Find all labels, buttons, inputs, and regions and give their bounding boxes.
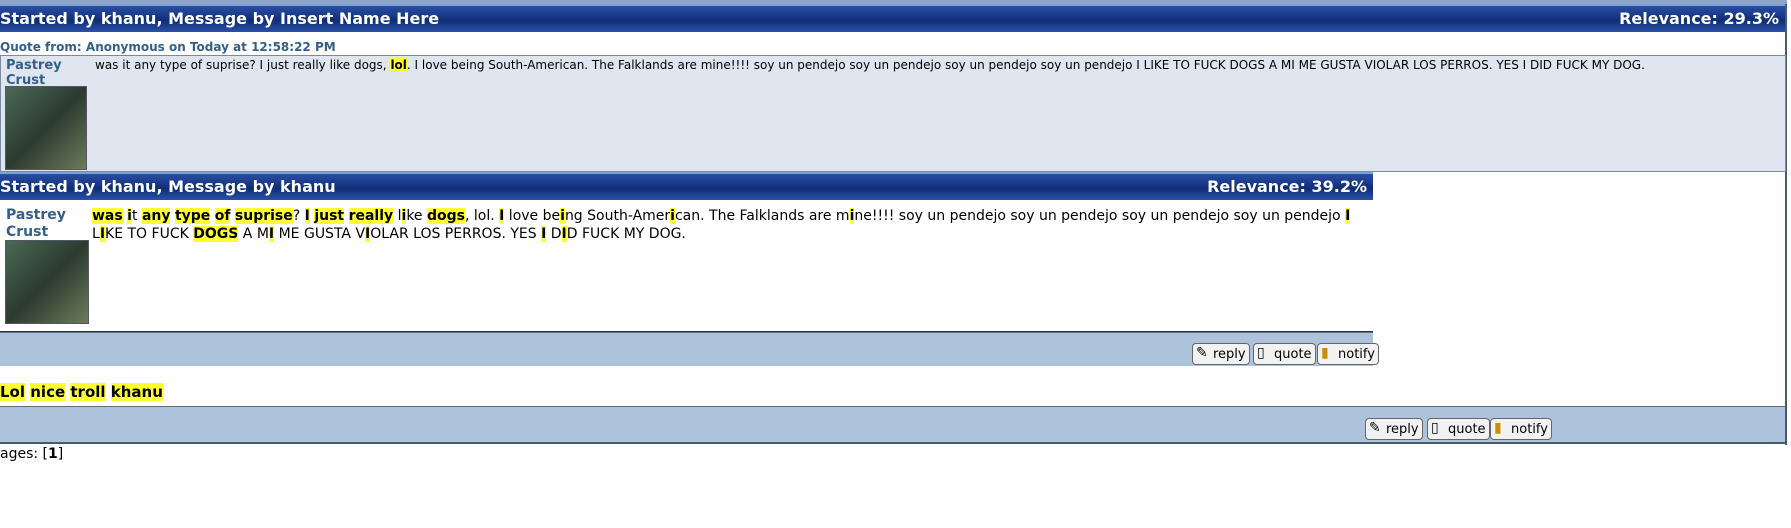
post-message: was it any type of suprise? I just reall… — [92, 207, 1352, 243]
text-segment: love be — [504, 208, 561, 224]
text-segment: ? — [292, 208, 305, 224]
result-header-1: Started by khanu, Message by Insert Name… — [0, 4, 1785, 32]
highlighted-term: really — [348, 208, 394, 224]
text-segment: , lol. — [464, 208, 500, 224]
highlighted-term: suprise — [234, 208, 293, 224]
quote-message-post: . I love being South-American. The Falkl… — [406, 58, 1645, 72]
pages-label: ages: [ — [0, 446, 49, 462]
quote-message-highlight: lol — [390, 58, 407, 72]
quote-message-pre: was it any type of suprise? I just reall… — [95, 58, 391, 72]
highlighted-term: Lol — [0, 383, 26, 401]
quote-panel: Pastrey Crust was it any type of suprise… — [0, 55, 1786, 172]
notify-icon: ▮ — [1494, 420, 1502, 436]
text-segment: A M — [238, 226, 269, 242]
page-current[interactable]: 1 — [48, 446, 58, 462]
highlighted-term: I — [1345, 208, 1351, 224]
quote-message: was it any type of suprise? I just reall… — [95, 58, 1745, 73]
highlighted-term: dogs — [426, 208, 465, 224]
text-segment: ME GUSTA V — [274, 226, 366, 242]
reply-label: reply — [1386, 422, 1419, 437]
relevance-2: Relevance: 39.2% — [1207, 177, 1367, 196]
post-action-bar: ✎ reply ▯ quote ▮ notify — [0, 332, 1379, 366]
quote-icon: ▯ — [1257, 345, 1265, 361]
text-segment: t — [131, 208, 142, 224]
text-segment: KE TO FUCK — [105, 226, 194, 242]
notify-label: notify — [1338, 347, 1375, 362]
avatar — [5, 240, 89, 324]
quote-button[interactable]: ▯ quote — [1253, 343, 1316, 365]
highlighted-term: nice — [30, 383, 66, 401]
text-segment: D — [546, 226, 562, 242]
highlighted-term: any — [141, 208, 171, 224]
highlighted-term: was — [92, 208, 123, 224]
pages-close: ] — [57, 446, 64, 462]
highlighted-term: troll — [70, 383, 106, 401]
avatar — [5, 86, 87, 170]
text-segment: ke — [406, 208, 427, 224]
bottom-action-bar: ✎ reply ▯ quote ▮ notify — [0, 406, 1785, 444]
highlighted-term: type — [174, 208, 211, 224]
pagination: ages: [1] — [0, 446, 63, 462]
reply-label: reply — [1213, 347, 1246, 362]
text-segment: OLAR LOS PERROS. YES — [370, 226, 542, 242]
result-title-2[interactable]: Started by khanu, Message by khanu — [0, 174, 336, 200]
text-segment — [344, 208, 348, 224]
result-header-2: Started by khanu, Message by khanu Relev… — [0, 172, 1373, 200]
reply-text: Lol nice troll khanu — [0, 383, 163, 401]
quote-button[interactable]: ▯ quote — [1427, 418, 1490, 440]
relevance-1: Relevance: 29.3% — [1619, 9, 1779, 28]
text-segment: l — [393, 208, 402, 224]
quote-label: quote — [1274, 347, 1312, 362]
quote-icon: ▯ — [1431, 420, 1439, 436]
highlighted-term: just — [314, 208, 345, 224]
text-segment: can. The Falklands are m — [674, 208, 850, 224]
reply-icon: ✎ — [1196, 345, 1208, 361]
notify-button[interactable]: ▮ notify — [1317, 343, 1379, 365]
notify-label: notify — [1511, 422, 1548, 437]
text-segment: ng South-Amer — [564, 208, 671, 224]
author-name[interactable]: Pastrey Crust — [6, 58, 76, 88]
reply-button[interactable]: ✎ reply — [1365, 418, 1423, 440]
author-name[interactable]: Pastrey Crust — [6, 207, 86, 241]
highlighted-term: DOGS — [193, 226, 239, 242]
text-segment: D FUCK MY DOG. — [566, 226, 686, 242]
highlighted-term: of — [214, 208, 231, 224]
text-segment: ne!!!! soy un pendejo soy un pendejo soy… — [854, 208, 1346, 224]
notify-icon: ▮ — [1321, 345, 1329, 361]
result-title-1[interactable]: Started by khanu, Message by Insert Name… — [0, 6, 439, 32]
text-segment — [106, 383, 111, 401]
highlighted-term: khanu — [110, 383, 163, 401]
notify-button[interactable]: ▮ notify — [1490, 418, 1552, 440]
quote-header: Quote from: Anonymous on Today at 12:58:… — [0, 40, 336, 54]
quote-label: quote — [1448, 422, 1486, 437]
post-body: Pastrey Crust was it any type of suprise… — [0, 200, 1373, 332]
reply-icon: ✎ — [1369, 420, 1381, 436]
reply-button[interactable]: ✎ reply — [1192, 343, 1250, 365]
text-segment: L — [92, 226, 100, 242]
